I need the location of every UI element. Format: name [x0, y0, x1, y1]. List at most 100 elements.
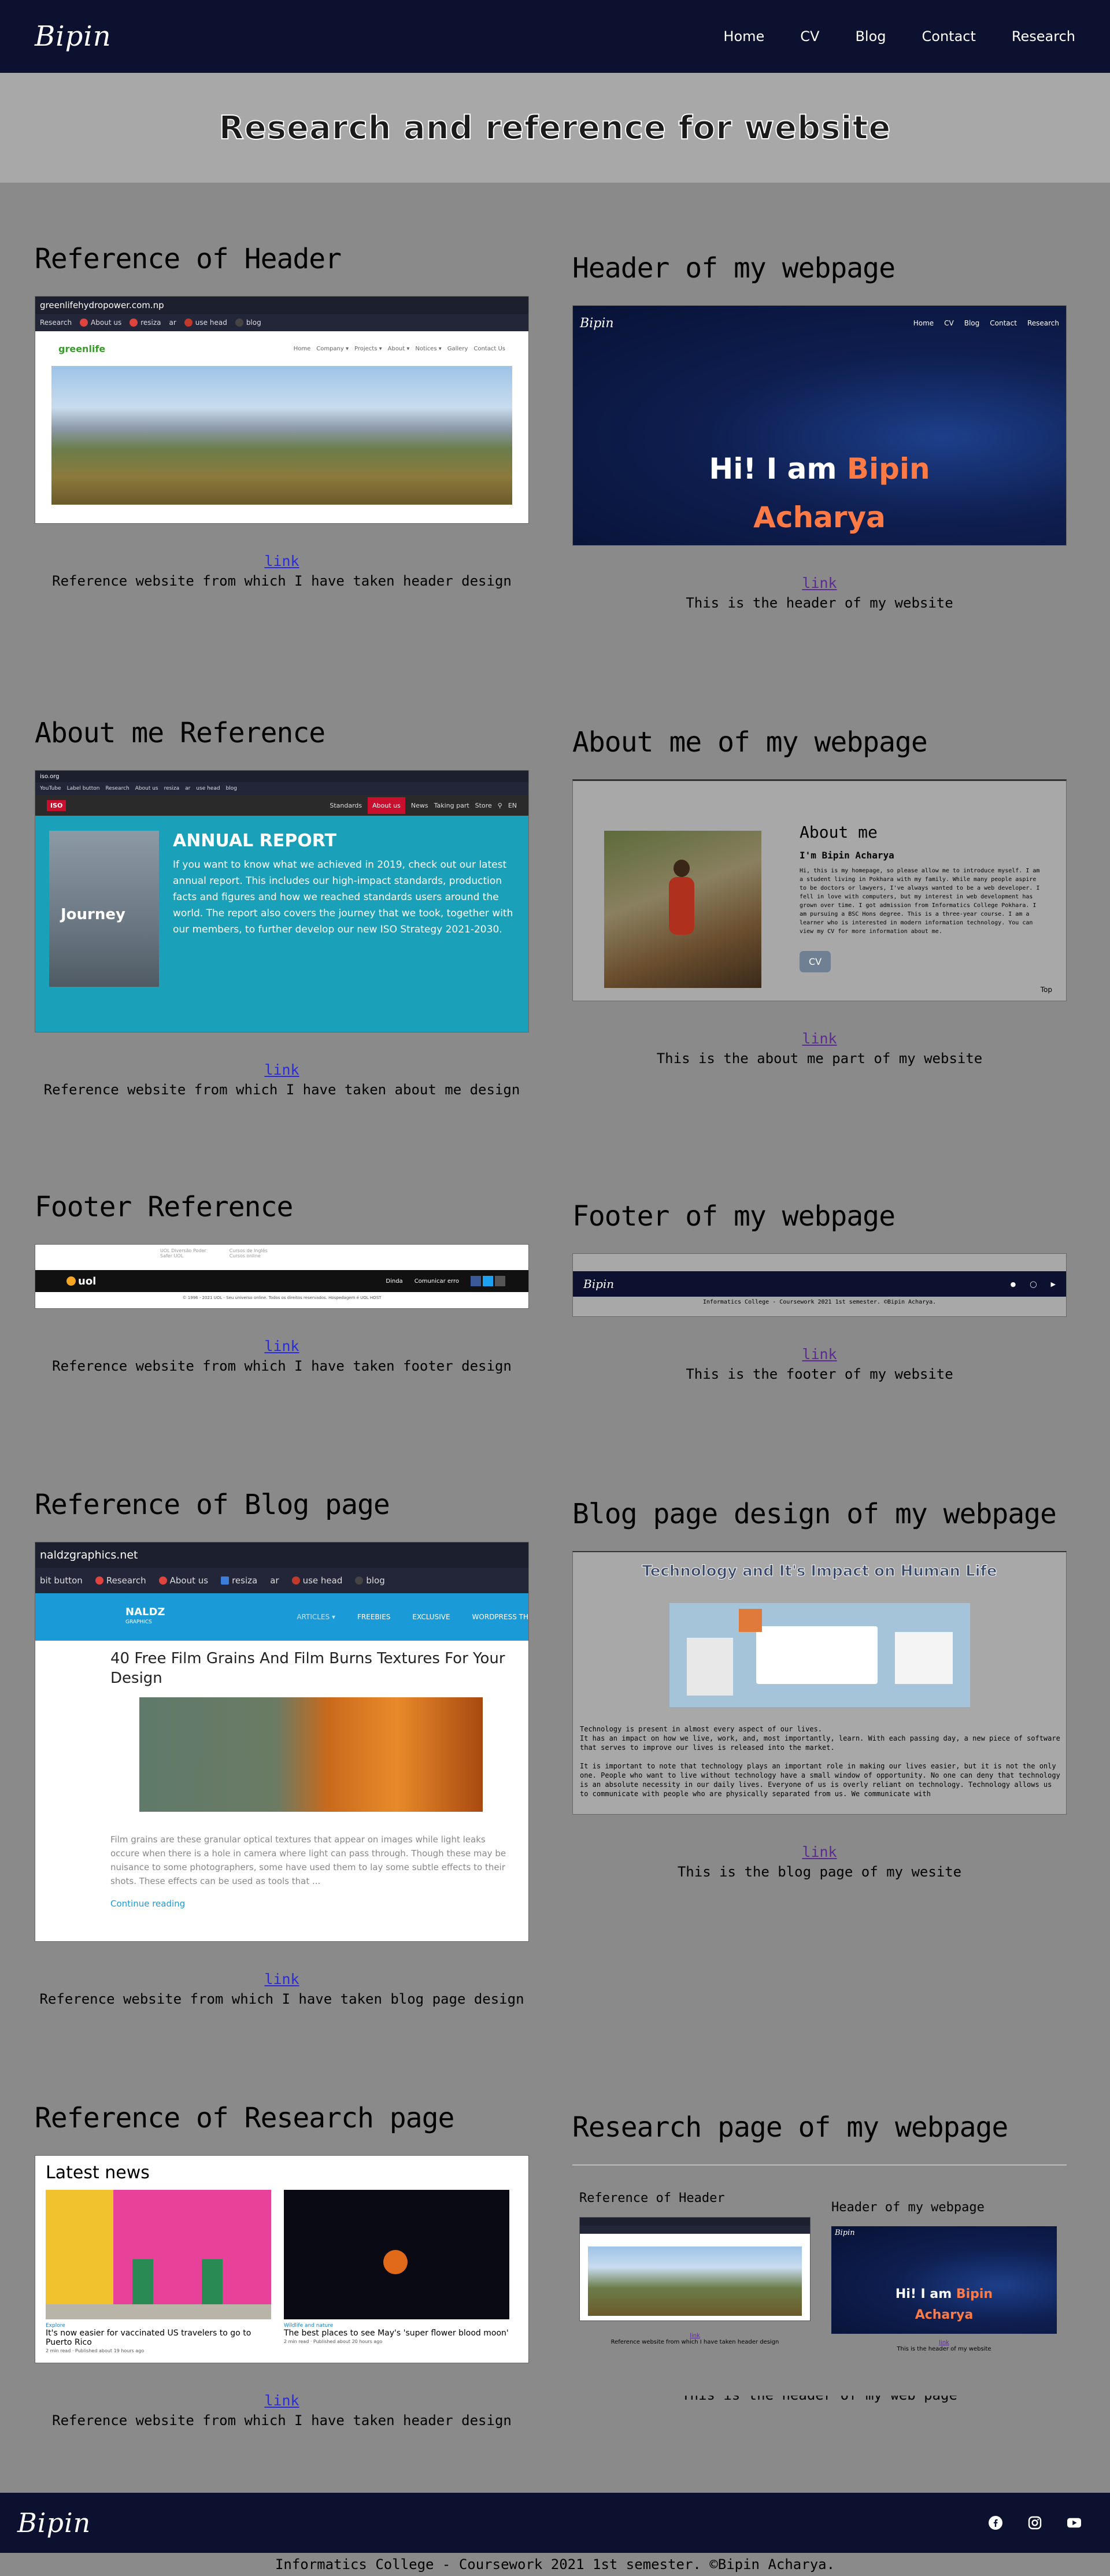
- ref-header-screenshot: greenlifehydropower.com.np Research Abou…: [35, 296, 529, 524]
- iso-nav-item[interactable]: News: [411, 802, 428, 809]
- hero-banner: Research and reference for website: [0, 73, 1110, 183]
- news-card-title[interactable]: It's now easier for vaccinated US travel…: [46, 2329, 271, 2347]
- footer-link[interactable]: Safer UOL: [160, 1253, 206, 1259]
- caption: Reference website from which I have take…: [52, 573, 512, 589]
- bookmark-label[interactable]: About us: [135, 786, 158, 791]
- bookmark-label[interactable]: YouTube: [40, 786, 61, 791]
- section-title: Footer Reference: [35, 1191, 293, 1223]
- section-ref-about: About me Reference iso.org YouTube Label…: [35, 717, 529, 1098]
- annual-report-block: Journey ANNUAL REPORT If you want to kno…: [35, 816, 528, 1002]
- top-link[interactable]: Top: [1041, 986, 1052, 994]
- bookmark-label[interactable]: ar: [270, 1575, 279, 1586]
- caption: This is the header of my website: [686, 595, 953, 611]
- footer-link[interactable]: Cursos online: [230, 1253, 268, 1259]
- nav-cv[interactable]: CV: [800, 28, 819, 45]
- iso-nav-item[interactable]: Taking part: [434, 802, 469, 809]
- news-card-meta: 2 min read · Published about 19 hours ag…: [46, 2348, 145, 2353]
- bookmark-label[interactable]: Research: [105, 786, 129, 791]
- bookmark-icon: [291, 1576, 300, 1585]
- ref-site-nav: greenlife Home Company ▾ Projects ▾ Abou…: [35, 331, 528, 366]
- caption: Reference website from which I have take…: [39, 1991, 524, 2007]
- reference-link[interactable]: link: [572, 1844, 1067, 1860]
- news-card-title[interactable]: The best places to see May's 'super flow…: [284, 2329, 509, 2338]
- bookmark-label[interactable]: ar: [169, 319, 176, 327]
- post-title[interactable]: 40 Free Film Grains And Film Burns Textu…: [110, 1649, 511, 1688]
- reference-link[interactable]: link: [35, 1971, 529, 1987]
- bookmark-label[interactable]: blog: [246, 319, 261, 327]
- nav-blog[interactable]: Blog: [855, 28, 886, 45]
- bookmark-label[interactable]: resiza: [164, 786, 179, 791]
- bookmark-label[interactable]: use head: [303, 1575, 343, 1586]
- news-card[interactable]: Wildlife and nature The best places to s…: [284, 2190, 509, 2353]
- mini-logo: Bipin: [835, 2229, 855, 2237]
- bookmark-label[interactable]: resiza: [140, 319, 161, 327]
- bookmark-label[interactable]: use head: [195, 319, 227, 327]
- search-icon[interactable]: ⚲: [498, 802, 502, 809]
- instagram-icon[interactable]: [495, 1276, 505, 1286]
- bookmark-bar: YouTube Label button Research About us r…: [35, 782, 528, 795]
- reference-link[interactable]: link: [572, 575, 1067, 591]
- bookmark-label[interactable]: use head: [196, 786, 220, 791]
- mini-section-title: Reference of Header: [579, 2191, 725, 2205]
- reference-link[interactable]: link: [35, 2392, 529, 2409]
- site-logo[interactable]: Bipin: [35, 20, 112, 53]
- facebook-icon[interactable]: [471, 1276, 481, 1286]
- iso-nav-item[interactable]: Store: [475, 802, 492, 809]
- url-text: iso.org: [40, 773, 60, 780]
- mini-nav-item: Home: [913, 319, 934, 327]
- language-select[interactable]: EN: [508, 802, 517, 809]
- mini-logo: Bipin: [580, 316, 614, 331]
- my-research-screenshot: Reference of Header link Reference websi…: [572, 2164, 1067, 2396]
- iso-nav-item[interactable]: Standards: [330, 802, 362, 809]
- bookmark-label[interactable]: ar: [185, 786, 190, 791]
- facebook-icon[interactable]: [989, 2516, 1002, 2530]
- bookmark-label[interactable]: blog: [366, 1575, 384, 1586]
- nav-home[interactable]: Home: [723, 28, 764, 45]
- naldz-nav-item[interactable]: WORDPRESS TH: [472, 1613, 528, 1621]
- reference-link[interactable]: link: [572, 1346, 1067, 1363]
- url-text: greenlifehydropower.com.np: [40, 300, 164, 310]
- footer-logo[interactable]: Bipin: [17, 2507, 91, 2538]
- news-card[interactable]: Explore It's now easier for vaccinated U…: [46, 2190, 271, 2353]
- bookmark-icon: [355, 1576, 364, 1585]
- footer-link[interactable]: Dinda: [386, 1278, 402, 1285]
- reference-link[interactable]: link: [35, 1338, 529, 1354]
- ref-nav-item[interactable]: Notices ▾: [415, 346, 441, 352]
- bookmark-icon: [158, 1576, 167, 1585]
- ref-nav-item[interactable]: Gallery: [447, 346, 468, 352]
- reference-link[interactable]: link: [35, 553, 529, 569]
- ref-nav-item[interactable]: About ▾: [388, 346, 410, 352]
- footer-link[interactable]: Comunicar erro: [415, 1278, 459, 1285]
- reference-link[interactable]: link: [572, 1030, 1067, 1047]
- bookmark-label[interactable]: resiza: [232, 1575, 257, 1586]
- naldz-nav-item[interactable]: FREEBIES: [357, 1613, 390, 1621]
- reference-link[interactable]: link: [35, 1061, 529, 1078]
- continue-reading-link[interactable]: Continue reading: [110, 1898, 511, 1909]
- post-image[interactable]: [139, 1697, 483, 1812]
- bookmark-label[interactable]: About us: [91, 319, 121, 327]
- footer-link[interactable]: UOL Diversão Poder: [160, 1248, 206, 1253]
- nav-research[interactable]: Research: [1012, 28, 1075, 45]
- bookmark-label[interactable]: bit button: [40, 1575, 83, 1586]
- bookmark-label[interactable]: Research: [40, 319, 72, 327]
- bookmark-label[interactable]: Label button: [67, 786, 100, 791]
- bookmark-label[interactable]: blog: [226, 786, 237, 791]
- twitter-icon[interactable]: [483, 1276, 493, 1286]
- mini-section-title: Header of my webpage: [831, 2200, 985, 2215]
- naldz-nav-item[interactable]: EXCLUSIVE: [412, 1613, 450, 1621]
- footer-link[interactable]: Cursos de Inglês: [230, 1248, 268, 1253]
- youtube-icon[interactable]: [1067, 2516, 1081, 2530]
- bookmark-label[interactable]: About us: [170, 1575, 208, 1586]
- cv-button[interactable]: CV: [800, 951, 831, 972]
- instagram-icon[interactable]: [1028, 2516, 1042, 2530]
- ref-nav-item[interactable]: Company ▾: [316, 346, 349, 352]
- nav-contact[interactable]: Contact: [922, 28, 976, 45]
- iso-nav-item-active[interactable]: About us: [368, 797, 405, 814]
- bookmark-bar: Research About us resiza ar use head blo…: [35, 314, 528, 331]
- ref-nav-item[interactable]: Projects ▾: [354, 346, 382, 352]
- ref-nav-item[interactable]: Home: [294, 346, 311, 352]
- ref-nav-item[interactable]: Contact Us: [473, 346, 505, 352]
- section-title: Blog page design of my webpage: [572, 1498, 1057, 1530]
- bookmark-label[interactable]: Research: [106, 1575, 146, 1586]
- naldz-nav-item[interactable]: ARTICLES ▾: [297, 1613, 335, 1621]
